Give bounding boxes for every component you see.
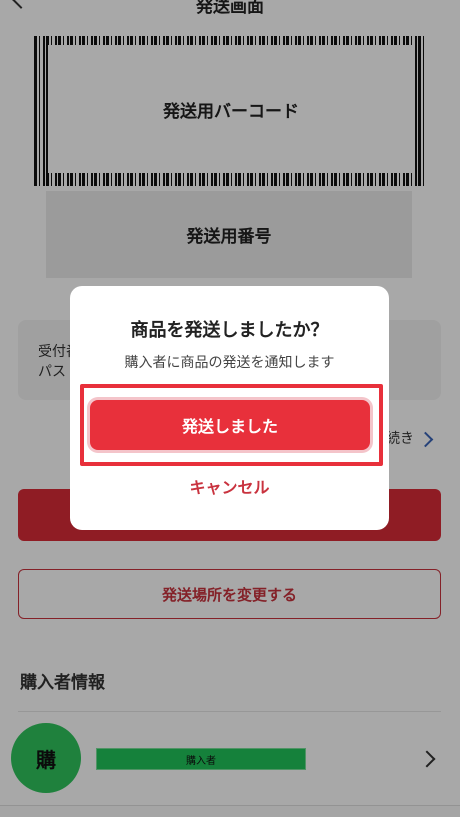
confirm-shipped-button[interactable]: 発送しました [90,400,370,450]
confirm-dialog: 商品を発送しましたか？ 購入者に商品の発送を通知します 発送しました キャンセル [70,286,389,530]
dialog-title: 商品を発送しましたか？ [130,320,329,341]
cancel-button[interactable]: キャンセル [70,474,389,498]
dialog-description: 購入者に商品の発送を通知します [124,355,335,371]
